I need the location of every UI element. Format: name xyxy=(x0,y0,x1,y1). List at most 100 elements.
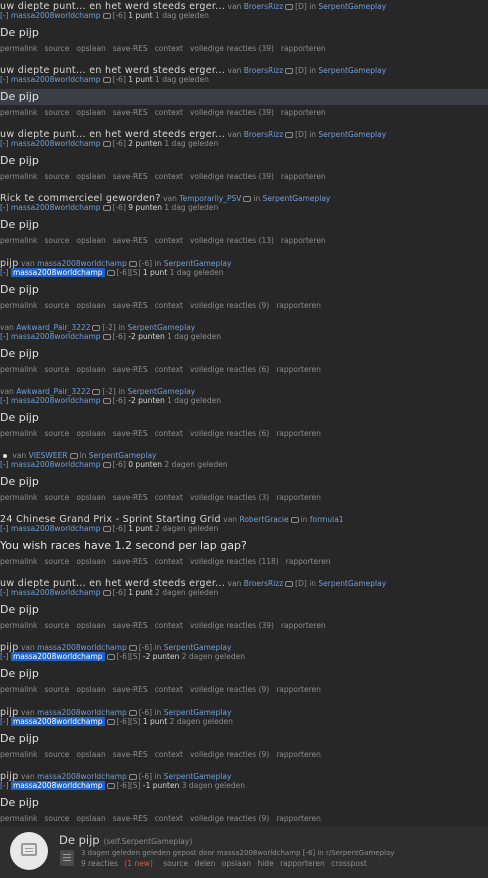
source-link[interactable]: source xyxy=(45,685,70,694)
collapse-toggle[interactable]: [-] xyxy=(0,652,9,661)
permalink-link[interactable]: permalink xyxy=(0,172,38,181)
collapse-toggle[interactable]: [-] xyxy=(0,268,9,277)
comment-author-link[interactable]: massa2008worldchamp xyxy=(11,524,101,533)
comment-author-link[interactable]: massa2008worldchamp xyxy=(10,716,105,726)
source-link[interactable]: source xyxy=(45,236,70,245)
context-link[interactable]: context xyxy=(155,750,183,759)
permalink-link[interactable]: permalink xyxy=(0,685,38,694)
source-link[interactable]: source xyxy=(45,365,70,374)
permalink-link[interactable]: permalink xyxy=(0,814,38,823)
save-link[interactable]: opslaan xyxy=(76,365,105,374)
comment-author-link[interactable]: massa2008worldchamp xyxy=(11,588,101,597)
context-link[interactable]: context xyxy=(155,365,183,374)
context-link[interactable]: context xyxy=(155,108,183,117)
collapse-toggle[interactable]: [-] xyxy=(0,332,9,341)
save-link[interactable]: opslaan xyxy=(76,429,105,438)
collapse-toggle[interactable]: [-] xyxy=(0,75,9,84)
source-link[interactable]: source xyxy=(45,172,70,181)
permalink-link[interactable]: permalink xyxy=(0,429,38,438)
save-link[interactable]: opslaan xyxy=(76,750,105,759)
footer-link-save[interactable]: opslaan xyxy=(222,859,251,868)
save-res-link[interactable]: save-RES xyxy=(113,814,148,823)
context-link[interactable]: context xyxy=(155,621,183,630)
collapse-toggle[interactable]: [-] xyxy=(0,524,9,533)
context-link[interactable]: context xyxy=(155,301,183,310)
footer-link-source[interactable]: source xyxy=(163,859,188,868)
report-link[interactable]: rapporteren xyxy=(281,621,326,630)
save-link[interactable]: opslaan xyxy=(76,685,105,694)
source-link[interactable]: source xyxy=(45,429,70,438)
report-link[interactable]: rapporteren xyxy=(276,429,321,438)
footer-link-hide[interactable]: hide xyxy=(257,859,273,868)
full-comments-link[interactable]: volledige reacties (9) xyxy=(190,301,269,310)
save-res-link[interactable]: save-RES xyxy=(113,750,148,759)
comment-author-link[interactable]: massa2008worldchamp xyxy=(11,11,101,20)
context-link[interactable]: context xyxy=(155,172,183,181)
full-comments-link[interactable]: volledige reacties (118) xyxy=(190,557,279,566)
collapse-toggle[interactable]: [-] xyxy=(0,460,9,469)
permalink-link[interactable]: permalink xyxy=(0,44,38,53)
permalink-link[interactable]: permalink xyxy=(0,557,38,566)
save-link[interactable]: opslaan xyxy=(76,301,105,310)
report-link[interactable]: rapporteren xyxy=(281,236,326,245)
collapse-toggle[interactable]: [-] xyxy=(0,781,9,790)
comment-author-link[interactable]: massa2008worldchamp xyxy=(11,332,101,341)
permalink-link[interactable]: permalink xyxy=(0,301,38,310)
comment-author-link[interactable]: massa2008worldchamp xyxy=(11,460,101,469)
report-link[interactable]: rapporteren xyxy=(276,814,321,823)
permalink-link[interactable]: permalink xyxy=(0,108,38,117)
context-link[interactable]: context xyxy=(155,44,183,53)
report-link[interactable]: rapporteren xyxy=(281,108,326,117)
permalink-link[interactable]: permalink xyxy=(0,493,38,502)
collapse-toggle[interactable]: [-] xyxy=(0,588,9,597)
save-res-link[interactable]: save-RES xyxy=(113,365,148,374)
report-link[interactable]: rapporteren xyxy=(286,557,331,566)
save-link[interactable]: opslaan xyxy=(76,814,105,823)
permalink-link[interactable]: permalink xyxy=(0,750,38,759)
context-link[interactable]: context xyxy=(155,814,183,823)
save-link[interactable]: opslaan xyxy=(76,44,105,53)
context-link[interactable]: context xyxy=(155,236,183,245)
context-link[interactable]: context xyxy=(155,493,183,502)
full-comments-link[interactable]: volledige reacties (39) xyxy=(190,172,274,181)
save-link[interactable]: opslaan xyxy=(76,557,105,566)
save-res-link[interactable]: save-RES xyxy=(113,685,148,694)
comment-author-link[interactable]: massa2008worldchamp xyxy=(10,780,105,790)
source-link[interactable]: source xyxy=(45,557,70,566)
comment-author-link[interactable]: massa2008worldchamp xyxy=(11,75,101,84)
save-link[interactable]: opslaan xyxy=(76,493,105,502)
collapse-toggle[interactable]: [-] xyxy=(0,139,9,148)
full-comments-link[interactable]: volledige reacties (9) xyxy=(190,814,269,823)
permalink-link[interactable]: permalink xyxy=(0,621,38,630)
save-link[interactable]: opslaan xyxy=(76,236,105,245)
collapse-toggle[interactable]: [-] xyxy=(0,203,9,212)
save-res-link[interactable]: save-RES xyxy=(113,557,148,566)
full-comments-link[interactable]: volledige reacties (3) xyxy=(190,493,269,502)
collapse-toggle[interactable]: [-] xyxy=(0,11,9,20)
context-link[interactable]: context xyxy=(155,557,183,566)
save-res-link[interactable]: save-RES xyxy=(113,301,148,310)
source-link[interactable]: source xyxy=(45,750,70,759)
full-comments-link[interactable]: volledige reacties (6) xyxy=(190,365,269,374)
full-comments-link[interactable]: volledige reacties (13) xyxy=(190,236,274,245)
full-comments-link[interactable]: volledige reacties (6) xyxy=(190,429,269,438)
source-link[interactable]: source xyxy=(45,44,70,53)
footer-link-report[interactable]: rapporteren xyxy=(280,859,325,868)
save-link[interactable]: opslaan xyxy=(76,108,105,117)
full-comments-link[interactable]: volledige reacties (9) xyxy=(190,685,269,694)
footer-link-crosspost[interactable]: crosspost xyxy=(331,859,367,868)
permalink-link[interactable]: permalink xyxy=(0,236,38,245)
report-link[interactable]: rapporteren xyxy=(281,172,326,181)
collapse-toggle[interactable]: [-] xyxy=(0,717,9,726)
report-link[interactable]: rapporteren xyxy=(276,493,321,502)
source-link[interactable]: source xyxy=(45,493,70,502)
context-link[interactable]: context xyxy=(155,429,183,438)
full-comments-link[interactable]: volledige reacties (39) xyxy=(190,108,274,117)
report-link[interactable]: rapporteren xyxy=(281,44,326,53)
footer-link-share[interactable]: delen xyxy=(195,859,216,868)
context-link[interactable]: context xyxy=(155,685,183,694)
save-res-link[interactable]: save-RES xyxy=(113,44,148,53)
save-res-link[interactable]: save-RES xyxy=(113,108,148,117)
full-comments-link[interactable]: volledige reacties (39) xyxy=(190,44,274,53)
source-link[interactable]: source xyxy=(45,108,70,117)
